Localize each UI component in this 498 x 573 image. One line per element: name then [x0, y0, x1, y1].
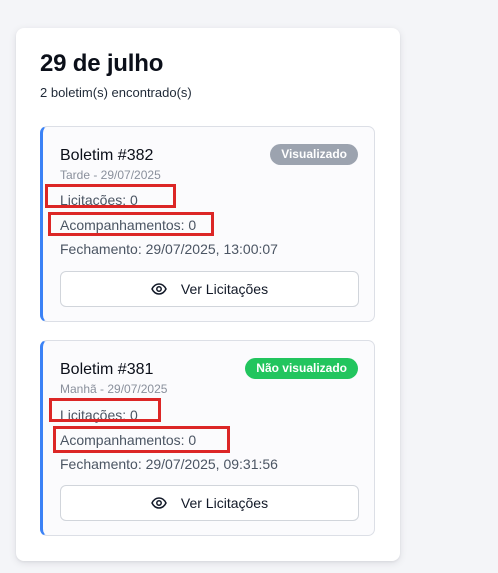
status-badge: Visualizado — [270, 144, 358, 165]
ver-licitacoes-button[interactable]: Ver Licitações — [60, 271, 359, 307]
highlight-box — [53, 426, 230, 453]
date-heading: 29 de julho — [40, 50, 164, 77]
fechamento-text: Fechamento: 29/07/2025, 09:31:56 — [60, 456, 278, 472]
highlight-box — [49, 398, 161, 422]
status-badge: Não visualizado — [245, 358, 358, 379]
results-count: 2 boletim(s) encontrado(s) — [40, 85, 192, 100]
eye-icon — [151, 497, 167, 509]
bulletins-panel: 29 de julho 2 boletim(s) encontrado(s) B… — [16, 28, 400, 561]
highlight-box — [45, 184, 176, 208]
button-label: Ver Licitações — [180, 495, 269, 511]
highlight-box — [48, 212, 214, 236]
bulletin-period: Manhã - 29/07/2025 — [60, 382, 168, 396]
bulletin-card: Boletim #381 Manhã - 29/07/2025 Não visu… — [40, 340, 375, 536]
bulletin-title: Boletim #381 — [60, 361, 154, 378]
fechamento-text: Fechamento: 29/07/2025, 13:00:07 — [60, 241, 278, 257]
bulletin-card: Boletim #382 Tarde - 29/07/2025 Visualiz… — [40, 126, 375, 322]
bulletin-period: Tarde - 29/07/2025 — [60, 168, 161, 182]
bulletin-title: Boletim #382 — [60, 147, 154, 164]
eye-icon — [151, 283, 167, 295]
button-label: Ver Licitações — [180, 281, 269, 297]
ver-licitacoes-button[interactable]: Ver Licitações — [60, 485, 359, 521]
